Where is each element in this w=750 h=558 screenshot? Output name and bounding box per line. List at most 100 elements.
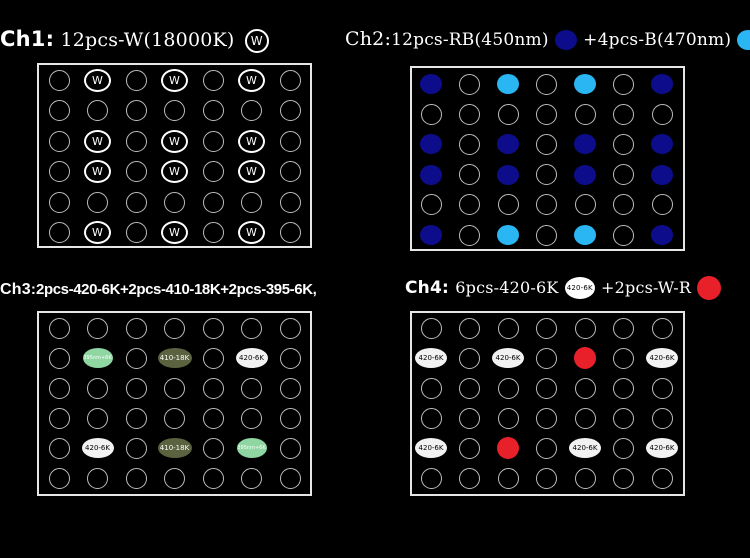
white-led-icon: W <box>244 29 269 53</box>
empty-led-slot <box>279 130 301 152</box>
blue-led <box>574 74 596 94</box>
white-420-led-label: 420-6K <box>239 354 264 362</box>
empty-led-slot <box>241 467 262 489</box>
empty-led-slot <box>459 437 480 459</box>
empty-led-slot <box>125 407 147 429</box>
empty-led-slot <box>613 103 634 125</box>
empty-led-slot <box>164 100 185 121</box>
empty-led-slot <box>536 377 557 399</box>
w420-led-icon: 420-6K <box>564 277 595 299</box>
empty-led-slot <box>459 164 480 186</box>
blue-led <box>497 74 519 94</box>
ch1-title: Ch1: 12pcs-W(18000K) W <box>0 27 269 53</box>
empty-led-slot <box>125 222 147 243</box>
empty-led-slot <box>613 377 634 399</box>
royal-blue-led <box>651 225 673 245</box>
empty-led-slot <box>420 407 442 429</box>
empty-led-slot <box>202 130 224 152</box>
white-led-label: W <box>169 73 180 87</box>
w420-led-icon-text: 420-6K <box>566 284 593 292</box>
empty-led-slot <box>536 73 557 95</box>
empty-led-slot <box>279 191 301 213</box>
empty-led-slot <box>279 377 301 399</box>
royal-blue-led <box>420 225 442 245</box>
empty-led-slot <box>613 437 634 459</box>
white-led-label: W <box>246 165 257 178</box>
empty-led-slot <box>164 377 185 399</box>
empty-led-slot <box>48 161 70 182</box>
empty-led-slot <box>536 133 557 155</box>
empty-led-slot <box>651 103 673 125</box>
white-led-label: W <box>169 134 180 148</box>
empty-led-slot <box>279 100 301 121</box>
white-led: W <box>161 68 188 92</box>
white-420-led-label: 420-6K <box>649 354 675 362</box>
empty-led-slot <box>613 164 634 186</box>
royal-blue-led-icon <box>554 30 577 50</box>
empty-led-slot <box>651 317 673 339</box>
empty-led-slot <box>459 73 480 95</box>
white-led-label: W <box>246 73 257 87</box>
white-led: W <box>238 221 265 244</box>
ch2-description-royal-blue: 12pcs-RB(450nm) <box>391 30 549 50</box>
empty-led-slot <box>651 467 673 489</box>
empty-led-slot <box>574 317 596 339</box>
empty-led-slot <box>420 103 442 125</box>
royal-blue-led <box>574 164 596 185</box>
empty-led-slot <box>613 317 634 339</box>
empty-led-slot <box>651 377 673 399</box>
empty-led-slot <box>202 437 224 459</box>
ch4-separator: : <box>442 278 450 298</box>
white-led: W <box>84 68 111 92</box>
violet-410-led: 410-18K <box>157 438 192 458</box>
white-led: W <box>238 160 265 183</box>
empty-led-slot <box>279 222 301 243</box>
empty-led-slot <box>536 103 557 125</box>
empty-led-slot <box>574 377 596 399</box>
white-led-label: W <box>169 165 180 178</box>
ch2-title: Ch2:12pcs-RB(450nm) +4pcs-B(470nm) <box>345 28 750 50</box>
ch4-title: Ch4: 6pcs-420-6K 420-6K +2pcs-W-R <box>405 276 722 300</box>
empty-led-slot <box>48 100 70 121</box>
empty-led-slot <box>536 467 557 489</box>
white-led: W <box>238 129 265 153</box>
empty-led-slot <box>202 161 224 182</box>
empty-led-slot <box>125 161 147 182</box>
empty-led-slot <box>241 317 262 339</box>
empty-led-slot <box>241 191 262 213</box>
empty-led-slot <box>536 224 557 246</box>
empty-led-slot <box>125 317 147 339</box>
empty-led-slot <box>87 377 108 399</box>
empty-led-slot <box>87 317 108 339</box>
empty-led-slot <box>202 69 224 91</box>
empty-led-slot <box>48 69 70 91</box>
empty-led-slot <box>536 407 557 429</box>
royal-blue-led <box>420 74 442 94</box>
violet-410-led: 410-18K <box>157 348 192 368</box>
empty-led-slot <box>279 467 301 489</box>
empty-led-slot <box>651 194 673 216</box>
white-420-led-label: 420-6K <box>418 354 444 362</box>
empty-led-slot <box>459 224 480 246</box>
empty-led-slot <box>87 191 108 213</box>
blue-led-icon <box>737 30 750 50</box>
royal-blue-led <box>651 164 673 185</box>
empty-led-slot <box>202 467 224 489</box>
white-420-led: 420-6K <box>646 348 678 368</box>
white-420-led: 420-6K <box>81 438 114 458</box>
empty-led-slot <box>279 69 301 91</box>
uv-395-led: 395nm+6K <box>82 348 113 368</box>
white-420-led-label: 420-6K <box>572 444 598 452</box>
uv-395-led-label: 395nm+6K <box>83 355 112 361</box>
empty-led-slot <box>497 407 519 429</box>
empty-led-slot <box>87 467 108 489</box>
royal-blue-led <box>651 74 673 94</box>
ch3-description: 2pcs-420-6K+2pcs-410-18K+2pcs-395-6K, <box>36 281 317 298</box>
empty-led-slot <box>164 407 185 429</box>
white-420-led: 420-6K <box>569 438 601 458</box>
empty-led-slot <box>613 73 634 95</box>
empty-led-slot <box>279 161 301 182</box>
ch2-label: Ch2 <box>345 28 385 50</box>
empty-led-slot <box>459 377 480 399</box>
ch1-label: Ch1 <box>0 27 46 51</box>
